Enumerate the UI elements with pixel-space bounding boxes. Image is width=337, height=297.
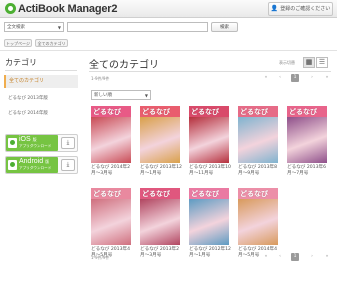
app-logo[interactable]: ActiBook Manager2: [5, 2, 117, 15]
cover-brand: どるなび: [93, 109, 121, 116]
view-toggle-label: 表示切替: [279, 60, 295, 65]
grid-view-icon[interactable]: ▦: [303, 57, 315, 68]
ios-platform-label: iOS 版: [19, 136, 37, 143]
book-cover[interactable]: どるなび: [238, 188, 278, 245]
result-count: 1-9件/9件: [91, 76, 110, 81]
ios-app-badge: iOS 版 アプリダウンロード: [6, 135, 58, 151]
cover-brand: どるなび: [191, 191, 219, 198]
next-page-button[interactable]: ›: [308, 74, 316, 82]
app-logo-icon: [8, 138, 17, 148]
user-button-label: 登録のご確認ください: [280, 6, 331, 12]
ios-app-banner[interactable]: iOS 版 アプリダウンロード ⤓: [5, 134, 78, 152]
ios-app-subtitle: アプリダウンロード: [19, 144, 52, 148]
ios-platform-suffix: 版: [32, 137, 37, 142]
android-app-banner[interactable]: Android 版 アプリダウンロード ⤓: [5, 156, 78, 174]
sidebar-item-2013[interactable]: どるなび 2013年版: [8, 95, 48, 101]
sidebar-item-2014[interactable]: どるなび 2014年版: [8, 110, 48, 116]
search-input[interactable]: [67, 22, 208, 32]
android-app-subtitle: アプリダウンロード: [19, 166, 52, 170]
book-title[interactable]: どるなび 2013年10月～11月号: [189, 165, 231, 177]
pagination-bottom: « ‹ 1 › »: [262, 253, 334, 261]
search-scope-value: 全文検索: [7, 25, 25, 30]
search-button[interactable]: 検索: [211, 22, 238, 32]
book-cover[interactable]: どるなび: [91, 188, 131, 245]
divider: [0, 50, 337, 51]
first-page-button[interactable]: «: [262, 74, 270, 82]
book-title[interactable]: どるなび 2014年2月～3月号: [91, 165, 133, 177]
cover-photo: [91, 199, 131, 245]
book-cover[interactable]: どるなび: [287, 106, 327, 163]
pagination-top: « ‹ 1 › »: [262, 74, 334, 82]
android-platform-label: Android 版: [19, 158, 49, 165]
prev-page-button[interactable]: ‹: [276, 74, 284, 82]
sort-select[interactable]: 新しい順 ▼: [91, 90, 151, 100]
search-bar: 全文検索 ▼ 検索: [4, 22, 334, 33]
android-app-badge: Android 版 アプリダウンロード: [6, 157, 58, 173]
user-button[interactable]: 👤 登録のご確認ください: [268, 2, 333, 16]
download-icon[interactable]: ⤓: [61, 137, 75, 149]
tab-top-page[interactable]: トップページ: [4, 39, 32, 47]
book-title[interactable]: どるなび 2013年6月～7月号: [287, 165, 329, 177]
download-icon[interactable]: ⤓: [61, 159, 75, 171]
tab-all-categories[interactable]: 全てのカテゴリ: [35, 39, 68, 47]
android-platform-suffix: 版: [45, 159, 50, 164]
cover-photo: [238, 199, 278, 245]
current-page[interactable]: 1: [291, 74, 299, 82]
cover-brand: どるなび: [93, 191, 121, 198]
person-icon: 👤: [270, 5, 279, 12]
cover-brand: どるなび: [289, 109, 317, 116]
logo-text: ActiBook Manager2: [18, 2, 118, 15]
sort-select-value: 新しい順: [94, 93, 112, 98]
cover-brand: どるなび: [142, 191, 170, 198]
cover-photo: [140, 117, 180, 163]
ios-platform-name: iOS: [19, 136, 31, 143]
book-cover[interactable]: どるなび: [140, 106, 180, 163]
cover-photo: [91, 117, 131, 163]
cover-photo: [287, 117, 327, 163]
book-cover[interactable]: どるなび: [91, 106, 131, 163]
book-cover[interactable]: どるなび: [189, 106, 229, 163]
cover-photo: [238, 117, 278, 163]
divider: [5, 70, 77, 71]
page-title: 全てのカテゴリ: [89, 60, 159, 71]
cover-brand: どるなび: [142, 109, 170, 116]
cover-brand: どるなび: [191, 109, 219, 116]
android-platform-name: Android: [19, 158, 44, 165]
book-title[interactable]: どるなび 2013年8月～9月号: [238, 165, 280, 177]
next-page-button[interactable]: ›: [308, 253, 316, 261]
chevron-down-icon: ▼: [57, 25, 61, 30]
current-page[interactable]: 1: [291, 253, 299, 261]
cover-photo: [189, 117, 229, 163]
top-bar: ActiBook Manager2 👤 登録のご確認ください: [0, 0, 337, 18]
list-view-icon[interactable]: ☰: [316, 57, 328, 68]
search-scope-select[interactable]: 全文検索 ▼: [4, 22, 64, 32]
sidebar-title: カテゴリ: [5, 58, 37, 67]
cover-brand: どるなび: [240, 191, 268, 198]
chevron-down-icon: ▼: [144, 93, 148, 98]
last-page-button[interactable]: »: [323, 253, 331, 261]
divider: [89, 71, 331, 72]
prev-page-button[interactable]: ‹: [276, 253, 284, 261]
book-title[interactable]: どるなび 2013年2月～3月号: [140, 247, 182, 259]
book-cover[interactable]: どるなび: [189, 188, 229, 245]
sidebar-item-all-categories[interactable]: 全てのカテゴリ: [4, 75, 78, 88]
app-logo-icon: [8, 160, 17, 170]
book-cover[interactable]: どるなび: [238, 106, 278, 163]
cover-photo: [189, 199, 229, 245]
book-cover[interactable]: どるなび: [140, 188, 180, 245]
book-title[interactable]: どるなび 2012年12月～1月号: [189, 247, 231, 259]
book-title[interactable]: どるなび 2013年12月～1月号: [140, 165, 182, 177]
first-page-button[interactable]: «: [262, 253, 270, 261]
result-count-bottom: 1-9件/9件: [91, 255, 110, 260]
last-page-button[interactable]: »: [323, 74, 331, 82]
cover-photo: [140, 199, 180, 245]
actibook-logo-icon: [5, 3, 16, 14]
cover-brand: どるなび: [240, 109, 268, 116]
